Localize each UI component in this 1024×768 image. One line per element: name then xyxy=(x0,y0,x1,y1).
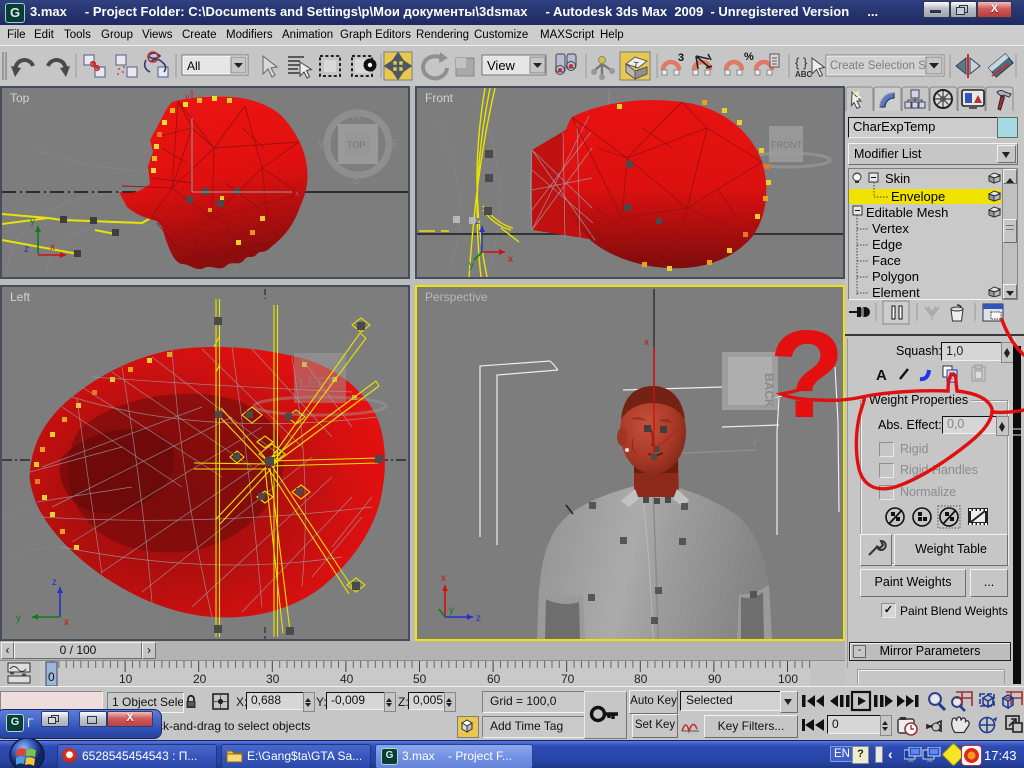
svg-text:z: z xyxy=(752,437,757,448)
svg-text:30: 30 xyxy=(266,672,280,686)
svg-text:y: y xyxy=(185,92,190,102)
svg-text:x: x xyxy=(50,242,55,253)
svg-text:x: x xyxy=(64,617,69,628)
svg-text:All: All xyxy=(187,59,200,73)
svg-text:N: N xyxy=(352,109,361,123)
svg-text:z: z xyxy=(475,216,480,227)
svg-text:y: y xyxy=(449,605,454,616)
svg-text:Face: Face xyxy=(872,253,901,268)
svg-text:80: 80 xyxy=(634,672,648,686)
svg-text:FRONT: FRONT xyxy=(771,140,802,150)
svg-text:y: y xyxy=(30,216,35,227)
svg-text:z: z xyxy=(52,577,57,588)
svg-text:z: z xyxy=(24,244,29,255)
svg-text:x: x xyxy=(644,337,649,348)
svg-text:3: 3 xyxy=(678,52,684,64)
svg-text:A: A xyxy=(876,367,887,384)
svg-text:x: x xyxy=(441,573,446,584)
svg-text:100: 100 xyxy=(778,672,798,686)
svg-text:z: z xyxy=(476,613,481,624)
svg-text:Vertex: Vertex xyxy=(872,221,909,236)
svg-text:40: 40 xyxy=(340,672,354,686)
svg-text:%: % xyxy=(744,51,754,63)
svg-text:Left: Left xyxy=(10,290,31,304)
svg-text:Envelope: Envelope xyxy=(891,189,945,204)
svg-text:20: 20 xyxy=(193,672,207,686)
svg-text:{ }: { } xyxy=(795,55,808,70)
svg-text:50: 50 xyxy=(413,672,427,686)
svg-text:Editable Mesh: Editable Mesh xyxy=(866,205,948,220)
svg-text:y: y xyxy=(469,260,474,271)
svg-text:10: 10 xyxy=(119,672,133,686)
svg-text:View: View xyxy=(487,58,516,73)
svg-text:Create Selection Set: Create Selection Set xyxy=(830,60,936,72)
svg-text:70: 70 xyxy=(561,672,575,686)
svg-text:Polygon: Polygon xyxy=(872,269,919,284)
svg-text:60: 60 xyxy=(487,672,501,686)
svg-text:BACK: BACK xyxy=(762,373,776,408)
svg-text:0: 0 xyxy=(48,670,55,684)
svg-text:Front: Front xyxy=(425,91,454,105)
svg-text:S: S xyxy=(352,173,360,187)
svg-text:Top: Top xyxy=(10,91,30,105)
svg-text:y: y xyxy=(16,613,21,624)
svg-text:E: E xyxy=(390,137,398,151)
svg-text:Skin: Skin xyxy=(885,171,910,186)
svg-text:90: 90 xyxy=(708,672,722,686)
svg-text:TOP: TOP xyxy=(347,140,365,150)
svg-text:x: x xyxy=(295,188,300,198)
svg-text:W: W xyxy=(318,137,330,151)
svg-text:x: x xyxy=(508,254,513,265)
svg-text:ABC: ABC xyxy=(795,70,813,79)
svg-text:Perspective: Perspective xyxy=(425,290,488,304)
svg-text:Edge: Edge xyxy=(872,237,902,252)
svg-text:Element: Element xyxy=(872,285,920,297)
